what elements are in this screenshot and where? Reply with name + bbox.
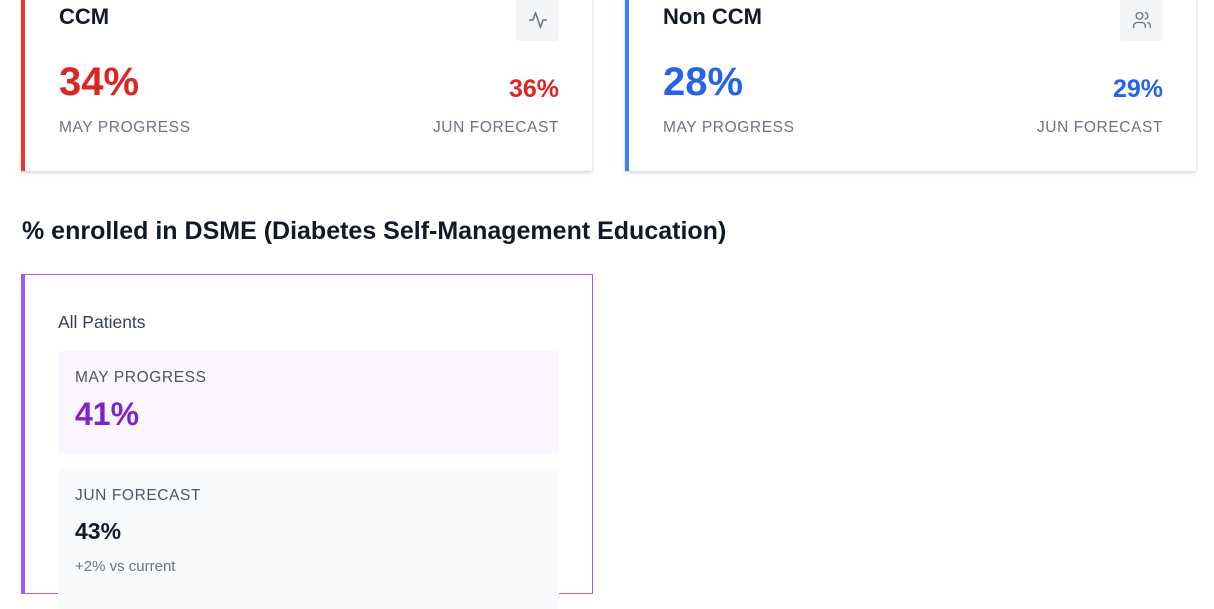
ccm-card: CCM 34% 36% MAY PROGRESS JUN FORECAST (21, 0, 592, 171)
may-progress-label: MAY PROGRESS (75, 369, 207, 386)
jun-forecast-delta: +2% vs current (75, 558, 176, 575)
may-progress-value: 28% (663, 60, 744, 104)
section-title: % enrolled in DSME (Diabetes Self-Manage… (22, 217, 727, 245)
non-ccm-card: Non CCM 28% 29% MAY PROGRESS JUN FORECAS… (625, 0, 1196, 171)
jun-forecast-box: JUN FORECAST 43% +2% vs current (58, 469, 559, 609)
jun-forecast-value: 36% (508, 75, 559, 103)
activity-icon (528, 11, 547, 28)
card-subtitle: All Patients (58, 312, 146, 332)
jun-forecast-value: 43% (75, 518, 122, 544)
card-title: Non CCM (663, 4, 762, 29)
may-progress-value: 34% (59, 60, 140, 104)
may-progress-label: MAY PROGRESS (59, 119, 191, 136)
jun-forecast-value: 29% (1112, 75, 1163, 103)
jun-forecast-label: JUN FORECAST (75, 487, 202, 504)
card-title: CCM (59, 4, 110, 29)
dsme-card: All Patients MAY PROGRESS 41% JUN FORECA… (21, 274, 593, 609)
users-icon (1132, 11, 1151, 28)
jun-forecast-label: JUN FORECAST (1036, 119, 1163, 136)
may-progress-label: MAY PROGRESS (663, 119, 795, 136)
may-progress-value: 41% (75, 396, 140, 432)
jun-forecast-label: JUN FORECAST (432, 119, 559, 136)
may-progress-box: MAY PROGRESS 41% (58, 351, 559, 453)
activity-icon-box (516, 0, 559, 41)
users-icon-box (1120, 0, 1163, 41)
